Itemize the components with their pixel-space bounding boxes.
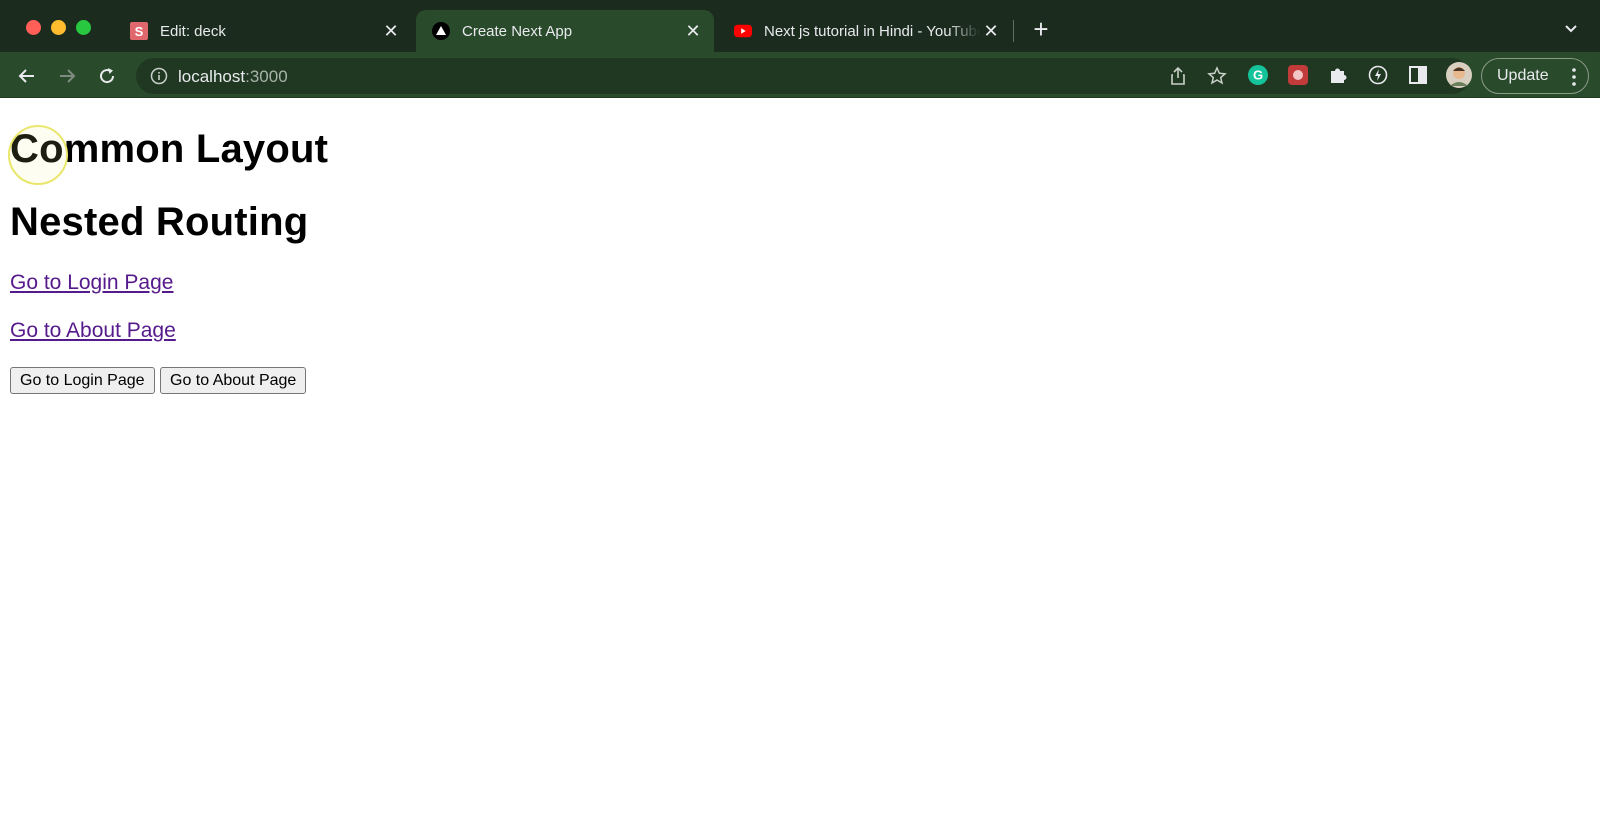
tab-strip: S Edit: deck ✕ Create Next App ✕ Next js…	[0, 0, 1600, 52]
tab-separator	[1013, 20, 1014, 42]
about-page-link[interactable]: Go to About Page	[10, 319, 176, 343]
menu-dots-icon[interactable]	[1572, 67, 1576, 87]
minimize-window-button[interactable]	[51, 20, 66, 35]
bookmark-star-icon[interactable]	[1207, 66, 1227, 86]
forward-arrow-icon[interactable]	[55, 64, 79, 88]
puzzle-icon[interactable]	[1327, 64, 1349, 86]
tab-edit-deck[interactable]: S Edit: deck ✕	[114, 10, 412, 52]
share-icon[interactable]	[1168, 66, 1188, 86]
svg-text:G: G	[1253, 68, 1263, 83]
url-host: localhost	[178, 67, 246, 86]
tab-title: Edit: deck	[160, 22, 226, 40]
login-page-button[interactable]: Go to Login Page	[10, 367, 155, 394]
update-label: Update	[1497, 67, 1549, 84]
login-page-link[interactable]: Go to Login Page	[10, 271, 173, 295]
youtube-icon	[734, 22, 752, 40]
update-button[interactable]: Update	[1481, 58, 1589, 94]
back-arrow-icon[interactable]	[15, 64, 39, 88]
url-port: :3000	[245, 67, 288, 86]
grammarly-icon[interactable]: G	[1247, 64, 1269, 86]
nextjs-triangle-icon	[432, 22, 450, 40]
extension-red-icon[interactable]	[1287, 64, 1309, 86]
url-text: localhost:3000	[178, 67, 288, 87]
reload-icon[interactable]	[95, 64, 119, 88]
tab-title: Create Next App	[462, 22, 573, 40]
avatar[interactable]	[1446, 62, 1472, 88]
tab-title: Next js tutorial in Hindi - YouTube	[764, 22, 980, 40]
cursor-highlight	[8, 125, 68, 185]
close-tab-icon[interactable]: ✕	[682, 20, 704, 42]
tab-youtube[interactable]: Next js tutorial in Hindi - YouTube ✕	[718, 10, 1012, 52]
svg-text:S: S	[135, 24, 144, 39]
tab-create-next-app[interactable]: Create Next App ✕	[416, 10, 714, 52]
browser-toolbar: localhost:3000 G Update	[0, 52, 1600, 98]
address-bar[interactable]: localhost:3000	[136, 58, 1470, 94]
new-tab-icon[interactable]: +	[1028, 16, 1054, 42]
close-tab-icon[interactable]: ✕	[980, 20, 1002, 42]
info-icon[interactable]	[150, 67, 168, 85]
s-square-icon: S	[130, 22, 148, 40]
side-panel-icon[interactable]	[1407, 64, 1429, 86]
page-content: Common Layout Nested Routing Go to Login…	[0, 99, 1600, 838]
lightning-icon[interactable]	[1367, 64, 1389, 86]
close-window-button[interactable]	[26, 20, 41, 35]
close-tab-icon[interactable]: ✕	[380, 20, 402, 42]
chevron-down-icon[interactable]	[1560, 18, 1582, 40]
about-page-button[interactable]: Go to About Page	[160, 367, 307, 394]
heading-nested-routing: Nested Routing	[10, 200, 309, 244]
maximize-window-button[interactable]	[76, 20, 91, 35]
